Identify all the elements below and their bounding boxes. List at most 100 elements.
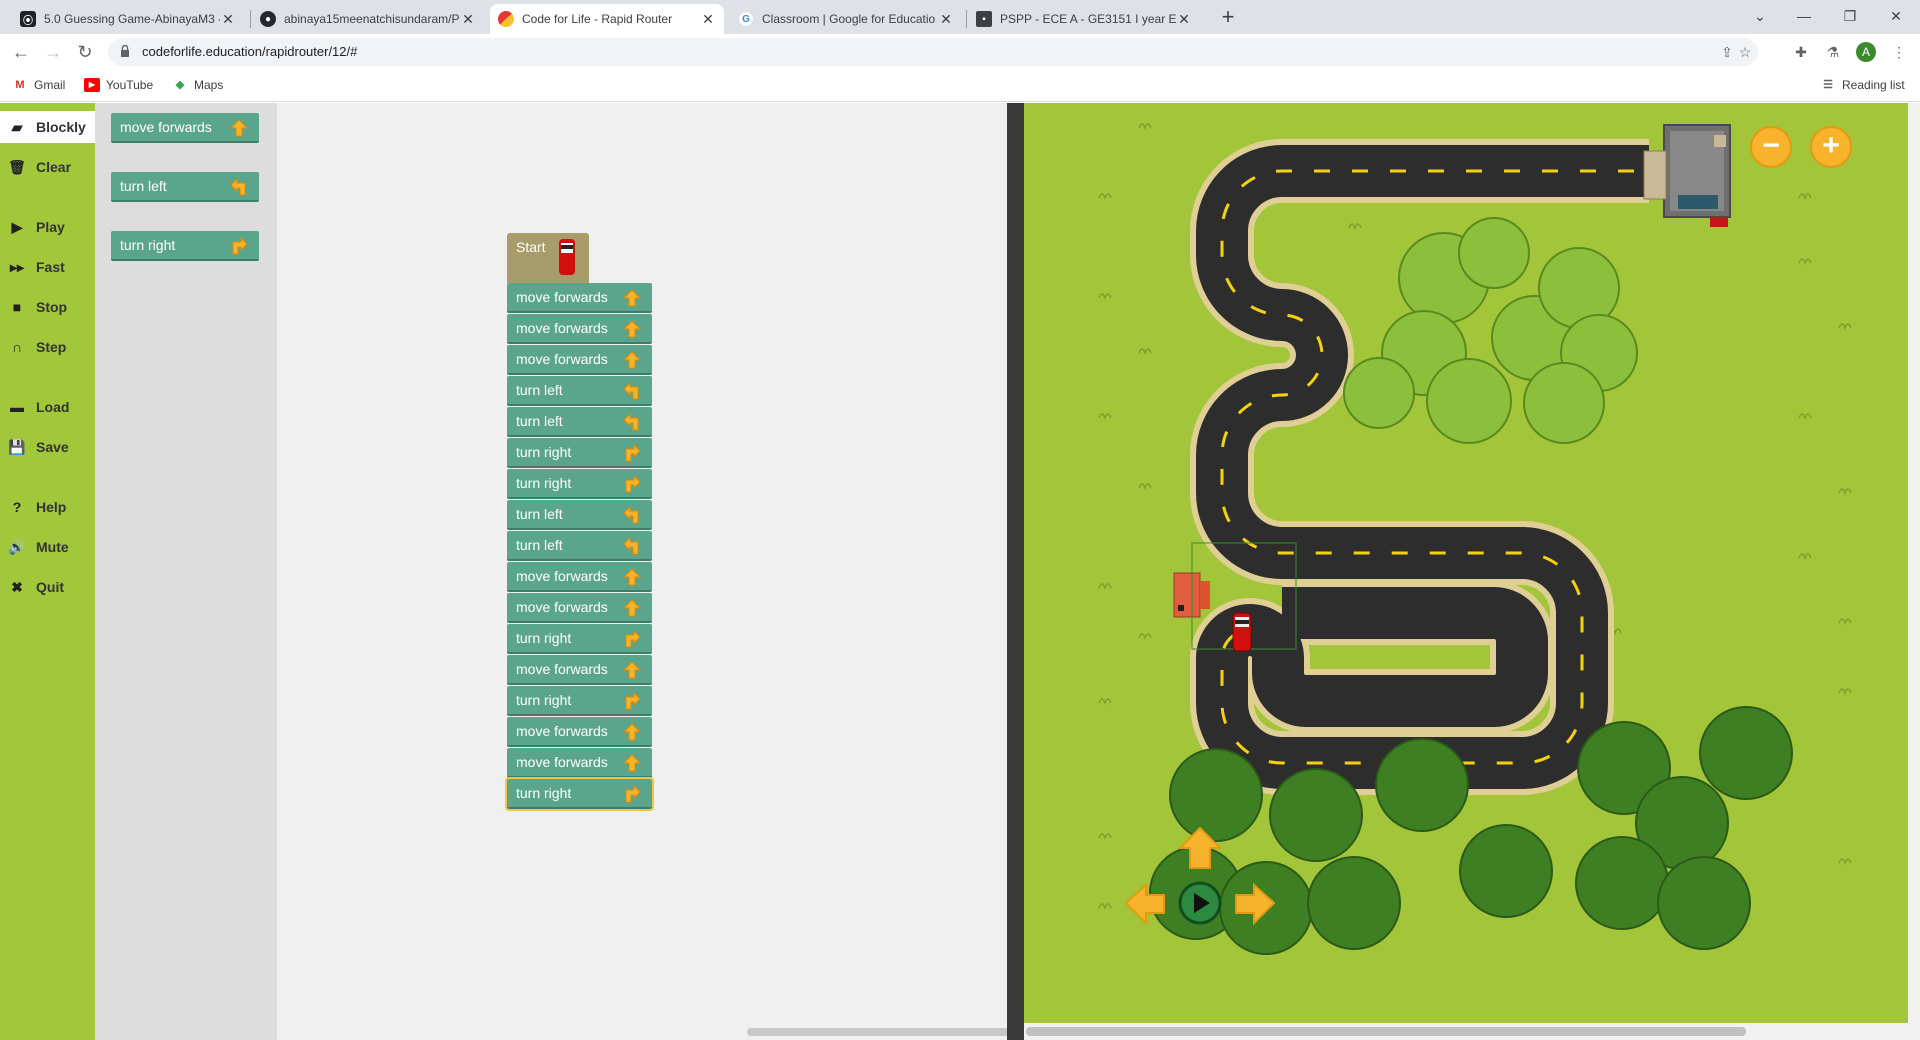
toolbox-block-move-forwards[interactable]: move forwards [111,113,259,143]
bookmark-star-icon[interactable]: ☆ [1736,44,1754,60]
program-block-move-forwards[interactable]: move forwards [507,314,652,344]
blockly-toolbox: move forwards turn left turn right [95,103,277,1040]
step-icon: ∩ [11,339,23,355]
page-vertical-scrollbar[interactable] [1908,103,1920,1040]
tab-title: abinaya15meenatchisundaram/P [284,12,460,26]
bookmark-gmail[interactable]: M Gmail [12,78,65,92]
program-block-move-forwards[interactable]: move forwards [507,345,652,375]
avatar[interactable]: A [1856,42,1876,62]
browser-tab-active[interactable]: Code for Life - Rapid Router ✕ [490,4,724,34]
blockly-icon: ▰ [11,118,23,135]
window-close-icon[interactable]: ✕ [1876,4,1916,28]
arrow-right-icon [625,474,641,493]
reload-icon[interactable]: ↻ [74,41,96,63]
game-horizontal-scrollbar[interactable] [1024,1023,1908,1040]
close-tab-icon[interactable]: ✕ [1176,11,1192,28]
close-tab-icon[interactable]: ✕ [700,11,716,28]
arrow-up-icon [622,661,642,679]
program-block-move-forwards[interactable]: move forwards [507,593,652,623]
back-icon[interactable]: ← [10,41,32,63]
share-icon[interactable]: ⇪ [1718,44,1736,60]
minimize-icon[interactable]: — [1784,4,1824,28]
sidebar-item-help[interactable]: ? Help [0,491,95,523]
labs-icon[interactable]: ⚗ [1824,44,1842,62]
program-block-turn-left[interactable]: turn left [507,531,652,561]
sidebar-item-clear[interactable]: 🗑 Clear [0,151,95,183]
bushes [1343,217,1638,444]
gmail-icon: M [15,79,25,91]
close-tab-icon[interactable]: ✕ [220,11,236,28]
rapid-router-app: ▰ Blockly 🗑 Clear ▶ Play ▸▸ Fast ■ Stop … [0,103,1920,1040]
tab-search-icon[interactable]: ⌄ [1740,4,1780,28]
arrow-right-icon [625,784,641,803]
reading-list-icon: ☰ [1823,79,1833,91]
panel-divider[interactable] [1007,103,1024,1040]
program-block-turn-left[interactable]: turn left [507,500,652,530]
tab-title: Code for Life - Rapid Router [522,12,673,26]
program-block-move-forwards[interactable]: move forwards [507,748,652,778]
close-tab-icon[interactable]: ✕ [938,11,954,28]
folder-icon: ▬ [10,399,24,415]
stop-icon: ■ [12,299,22,315]
program-block-turn-right[interactable]: turn right [505,777,654,811]
zoom-out-button[interactable]: − [1750,126,1792,168]
program-block-turn-right[interactable]: turn right [507,438,652,468]
van-icon [559,239,575,275]
forward-icon[interactable]: → [42,41,64,63]
sidebar-item-mute[interactable]: 🔊 Mute [0,531,95,563]
sidebar-item-step[interactable]: ∩ Step [0,331,95,363]
sidebar-item-save[interactable]: 💾 Save [0,431,95,463]
address-bar[interactable]: codeforlife.education/rapidrouter/12/# ⇪… [108,38,1758,66]
save-icon: 💾 [8,438,26,455]
extensions-icon[interactable]: ✚ [1792,44,1810,62]
tab-title: PSPP - ECE A - GE3151 I year ECE [1000,12,1176,26]
browser-tab[interactable]: ● abinaya15meenatchisundaram/P ✕ [252,4,484,34]
game-map[interactable]: − + [1024,103,1908,1023]
bookmark-youtube[interactable]: ▶ YouTube [84,78,153,92]
level-sidebar: ▰ Blockly 🗑 Clear ▶ Play ▸▸ Fast ■ Stop … [0,103,95,1040]
program-block-move-forwards[interactable]: move forwards [507,562,652,592]
program-block-move-forwards[interactable]: move forwards [507,283,652,313]
sidebar-item-quit[interactable]: ✖ Quit [0,571,95,603]
arrow-up-icon [622,754,642,772]
program-block-move-forwards[interactable]: move forwards [507,655,652,685]
arrow-right-icon [625,691,641,710]
program-block-turn-left[interactable]: turn left [507,407,652,437]
arrow-right-icon [625,629,641,648]
close-tab-icon[interactable]: ✕ [460,11,476,28]
start-block[interactable]: Start [507,233,589,283]
browser-tab[interactable]: ⦿ 5.0 Guessing Game-AbinayaM3 - ✕ [12,4,244,34]
sidebar-item-blockly[interactable]: ▰ Blockly [0,111,95,143]
sidebar-item-play[interactable]: ▶ Play [0,211,95,243]
bookmark-maps[interactable]: ◆ Maps [172,78,224,92]
scroll-thumb[interactable] [1026,1027,1746,1036]
browser-tab[interactable]: ▪ PSPP - ECE A - GE3151 I year ECE ✕ [968,4,1200,34]
zoom-in-button[interactable]: + [1810,126,1852,168]
arrow-left-icon [623,381,639,400]
maps-icon: ◆ [175,79,185,91]
bookmark-label: YouTube [106,78,154,92]
program-block-turn-right[interactable]: turn right [507,686,652,716]
program-block-turn-left[interactable]: turn left [507,376,652,406]
browser-tab[interactable]: G Classroom | Google for Educatio ✕ [730,4,962,34]
sidebar-item-fast[interactable]: ▸▸ Fast [0,251,95,283]
program-block-move-forwards[interactable]: move forwards [507,717,652,747]
sidebar-item-stop[interactable]: ■ Stop [0,291,95,323]
toolbox-block-turn-right[interactable]: turn right [111,231,259,261]
blockly-workspace[interactable]: Start move forwards move forwards move for… [277,103,1280,1040]
restore-icon[interactable]: ❐ [1830,4,1870,28]
new-tab-button[interactable]: + [1216,6,1240,30]
tab-separator [966,10,967,28]
program-block-turn-right[interactable]: turn right [507,624,652,654]
youtube-icon: ▶ [84,78,100,92]
tab-icon-dark: ⦿ [20,11,36,27]
toolbox-block-turn-left[interactable]: turn left [111,172,259,202]
arrow-right-icon [232,236,248,255]
reading-list[interactable]: ☰ Reading list [1820,78,1905,92]
lock-icon [121,45,129,57]
arrow-up-icon [622,351,642,369]
sidebar-item-load[interactable]: ▬ Load [0,391,95,423]
menu-icon[interactable]: ⋮ [1890,44,1908,62]
bookmarks-bar: M Gmail ▶ YouTube ◆ Maps ☰ Reading list [0,70,1920,102]
program-block-turn-right[interactable]: turn right [507,469,652,499]
